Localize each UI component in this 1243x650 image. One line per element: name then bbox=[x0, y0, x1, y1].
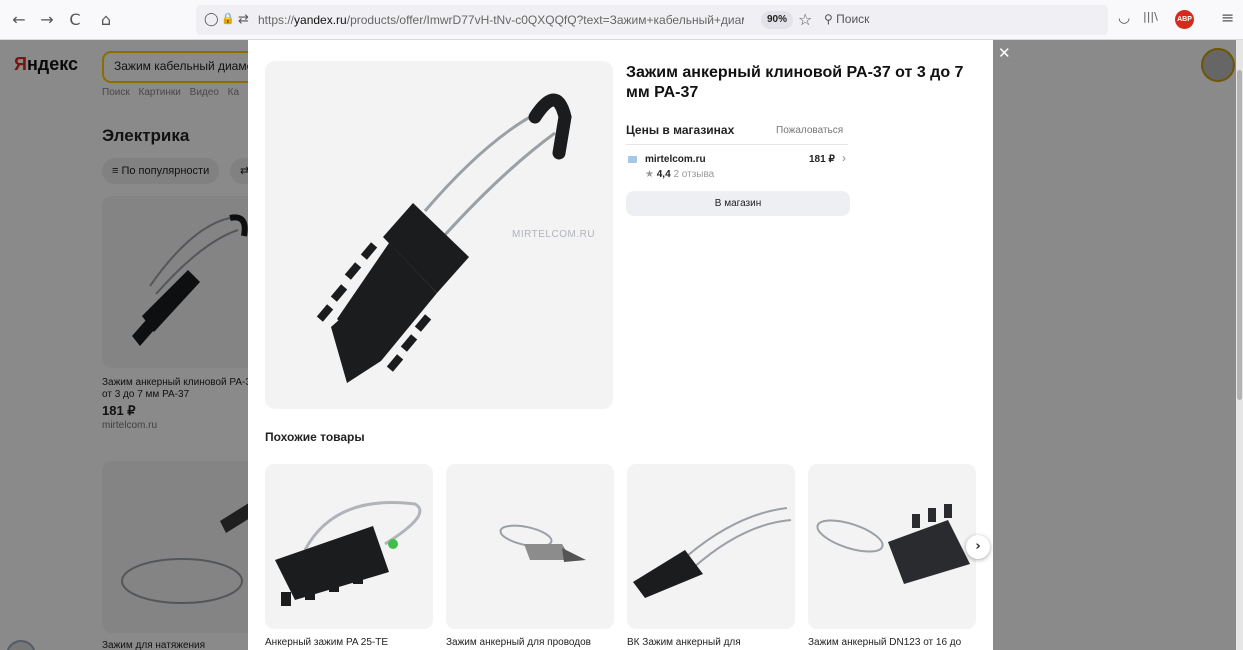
carousel-next-button[interactable]: › bbox=[966, 535, 990, 559]
complain-link[interactable]: Пожаловаться bbox=[776, 125, 843, 136]
go-to-store-button[interactable]: В магазин bbox=[626, 191, 850, 216]
similar-product-image bbox=[275, 501, 422, 606]
reload-icon[interactable]: C bbox=[64, 9, 86, 31]
product-modal: MIRTELCOM.RU Зажим анкерный клиновой PA-… bbox=[248, 40, 993, 650]
url-path: /products/offer/ImwrD77vH-tNv-c0QXQQfQ?t… bbox=[346, 13, 744, 27]
search-icon: ⚲ bbox=[824, 12, 833, 26]
offer-rating: ★ 4,4 2 отзыва bbox=[645, 169, 714, 180]
prices-heading: Цены в магазинах bbox=[626, 123, 735, 137]
similar-product-title[interactable]: ВК Зажим анкерный для bbox=[627, 637, 795, 648]
similar-products-heading: Похожие товары bbox=[265, 430, 365, 444]
lock-icon[interactable]: 🔒 bbox=[221, 12, 235, 25]
menu-icon[interactable]: ≡ bbox=[1221, 8, 1234, 27]
similar-product-card[interactable] bbox=[265, 464, 433, 629]
url-domain: yandex.ru bbox=[294, 13, 347, 27]
similar-product-image bbox=[816, 504, 970, 584]
rating-value: 4,4 bbox=[656, 169, 671, 180]
close-icon[interactable]: ✕ bbox=[998, 44, 1011, 62]
similar-product-card[interactable] bbox=[808, 464, 976, 629]
forward-icon[interactable]: → bbox=[36, 9, 58, 31]
adblock-icon[interactable]: ABP bbox=[1175, 10, 1194, 29]
library-icon[interactable]: |||\ bbox=[1143, 10, 1158, 23]
product-title: Зажим анкерный клиновой PA-37 от 3 до 7 … bbox=[626, 64, 964, 101]
similar-product-image bbox=[633, 507, 792, 598]
similar-product-image bbox=[499, 524, 586, 562]
divider bbox=[626, 144, 848, 145]
similar-product-title[interactable]: Анкерный зажим PA 25-TE bbox=[265, 637, 433, 648]
bookmark-star-icon[interactable]: ☆ bbox=[798, 10, 812, 29]
zoom-badge[interactable]: 90% bbox=[761, 11, 794, 29]
similar-product-card[interactable] bbox=[446, 464, 614, 629]
product-main-image[interactable]: MIRTELCOM.RU bbox=[265, 61, 613, 409]
browser-toolbar: ← → C ⌂ ◯ 🔒 ⇄ https://yandex.ru/products… bbox=[0, 0, 1243, 40]
page-scrollbar-thumb[interactable] bbox=[1237, 70, 1242, 400]
permissions-icon[interactable]: ⇄ bbox=[238, 12, 249, 27]
review-count[interactable]: 2 отзыва bbox=[673, 169, 714, 180]
home-icon[interactable]: ⌂ bbox=[95, 9, 117, 31]
similar-product-card[interactable] bbox=[627, 464, 795, 629]
url-text[interactable]: https://yandex.ru/products/offer/ImwrD77… bbox=[258, 13, 744, 27]
chevron-right-icon[interactable]: › bbox=[842, 151, 846, 165]
address-bar[interactable]: ◯ 🔒 ⇄ https://yandex.ru/products/offer/I… bbox=[196, 5, 1108, 35]
back-icon[interactable]: ← bbox=[8, 9, 30, 31]
search-bar-label: Поиск bbox=[836, 12, 870, 26]
shop-favicon-icon bbox=[628, 156, 637, 163]
offer-price[interactable]: 181 ₽ bbox=[809, 154, 835, 165]
similar-product-title[interactable]: Зажим анкерный для проводов bbox=[446, 637, 614, 648]
pocket-icon[interactable]: ◡ bbox=[1118, 10, 1130, 26]
image-watermark: MIRTELCOM.RU bbox=[512, 229, 596, 240]
similar-product-title[interactable]: Зажим анкерный DN123 от 16 до bbox=[808, 637, 976, 648]
search-bar[interactable]: ⚲ Поиск bbox=[824, 12, 869, 26]
offer-shop-name[interactable]: mirtelcom.ru bbox=[645, 154, 706, 165]
star-icon: ★ bbox=[645, 169, 654, 180]
tracking-shield-icon[interactable]: ◯ bbox=[204, 12, 219, 27]
url-prefix: https:// bbox=[258, 13, 295, 27]
